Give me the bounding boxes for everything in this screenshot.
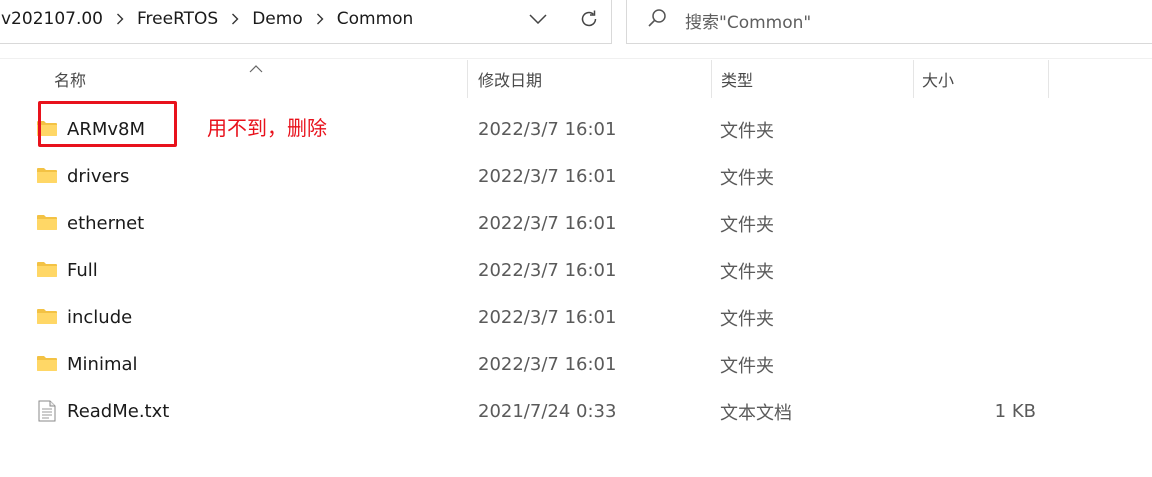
chevron-right-icon[interactable] bbox=[105, 9, 135, 29]
folder-icon bbox=[36, 213, 58, 235]
column-divider[interactable] bbox=[1048, 60, 1049, 98]
list-item[interactable]: ReadMe.txt 2021/7/24 0:33 文本文档 1 KB bbox=[0, 388, 1152, 435]
search-input[interactable]: 搜索"Common" bbox=[685, 8, 811, 33]
file-type: 文件夹 bbox=[720, 120, 774, 142]
list-item[interactable]: Minimal 2022/3/7 16:01 文件夹 bbox=[0, 341, 1152, 388]
file-date: 2021/7/24 0:33 bbox=[478, 401, 617, 422]
file-type: 文本文档 bbox=[720, 402, 792, 424]
file-name[interactable]: ethernet bbox=[67, 200, 144, 247]
column-divider[interactable] bbox=[711, 60, 712, 98]
column-header-type[interactable]: 类型 bbox=[721, 60, 911, 98]
breadcrumb-item[interactable]: Demo bbox=[250, 9, 305, 29]
file-type: 文件夹 bbox=[720, 214, 774, 236]
chevron-right-icon[interactable] bbox=[220, 9, 250, 29]
file-size bbox=[922, 200, 1036, 247]
list-item[interactable]: Full 2022/3/7 16:01 文件夹 bbox=[0, 247, 1152, 294]
folder-icon bbox=[36, 307, 58, 329]
column-header-date[interactable]: 修改日期 bbox=[478, 60, 710, 98]
search-box[interactable]: 搜索"Common" bbox=[626, 0, 1152, 44]
file-date: 2022/3/7 16:01 bbox=[478, 213, 617, 234]
annotation-highlight-box bbox=[38, 101, 177, 147]
file-name[interactable]: drivers bbox=[67, 153, 129, 200]
list-item[interactable]: drivers 2022/3/7 16:01 文件夹 bbox=[0, 153, 1152, 200]
search-icon bbox=[647, 8, 667, 32]
toolbar: v202107.00 FreeRTOS Demo Common 搜索"Commo… bbox=[0, 0, 1152, 50]
column-divider[interactable] bbox=[467, 60, 468, 98]
breadcrumb: v202107.00 FreeRTOS Demo Common bbox=[0, 0, 415, 38]
file-type: 文件夹 bbox=[720, 261, 774, 283]
breadcrumb-item[interactable]: FreeRTOS bbox=[135, 9, 220, 29]
list-item[interactable]: include 2022/3/7 16:01 文件夹 bbox=[0, 294, 1152, 341]
folder-icon bbox=[36, 260, 58, 282]
file-name[interactable]: include bbox=[67, 294, 132, 341]
breadcrumb-item[interactable]: v202107.00 bbox=[0, 9, 105, 29]
file-date: 2022/3/7 16:01 bbox=[478, 354, 617, 375]
file-size bbox=[922, 106, 1036, 153]
file-name[interactable]: Full bbox=[67, 247, 98, 294]
list-item[interactable]: ethernet 2022/3/7 16:01 文件夹 bbox=[0, 200, 1152, 247]
file-size bbox=[922, 294, 1036, 341]
folder-icon bbox=[36, 354, 58, 376]
column-header-name[interactable]: 名称 bbox=[54, 60, 466, 98]
file-type: 文件夹 bbox=[720, 167, 774, 189]
address-bar[interactable]: v202107.00 FreeRTOS Demo Common bbox=[0, 0, 612, 44]
file-date: 2022/3/7 16:01 bbox=[478, 307, 617, 328]
chevron-down-icon[interactable] bbox=[521, 4, 555, 34]
column-divider[interactable] bbox=[913, 60, 914, 98]
file-date: 2022/3/7 16:01 bbox=[478, 119, 617, 140]
file-size: 1 KB bbox=[994, 401, 1036, 422]
text-file-icon bbox=[38, 400, 56, 426]
folder-icon bbox=[36, 166, 58, 188]
file-size bbox=[922, 153, 1036, 200]
chevron-right-icon[interactable] bbox=[305, 9, 335, 29]
annotation-text: 用不到，删除 bbox=[207, 116, 327, 140]
refresh-icon[interactable] bbox=[572, 4, 606, 34]
column-header-size[interactable]: 大小 bbox=[922, 60, 1047, 98]
file-size bbox=[922, 247, 1036, 294]
file-date: 2022/3/7 16:01 bbox=[478, 166, 617, 187]
file-type: 文件夹 bbox=[720, 308, 774, 330]
file-name[interactable]: Minimal bbox=[67, 341, 138, 388]
file-name[interactable]: ReadMe.txt bbox=[67, 388, 169, 435]
file-type: 文件夹 bbox=[720, 355, 774, 377]
breadcrumb-item[interactable]: Common bbox=[335, 9, 416, 29]
file-date: 2022/3/7 16:01 bbox=[478, 260, 617, 281]
file-size bbox=[922, 341, 1036, 388]
header-divider bbox=[0, 58, 1152, 59]
